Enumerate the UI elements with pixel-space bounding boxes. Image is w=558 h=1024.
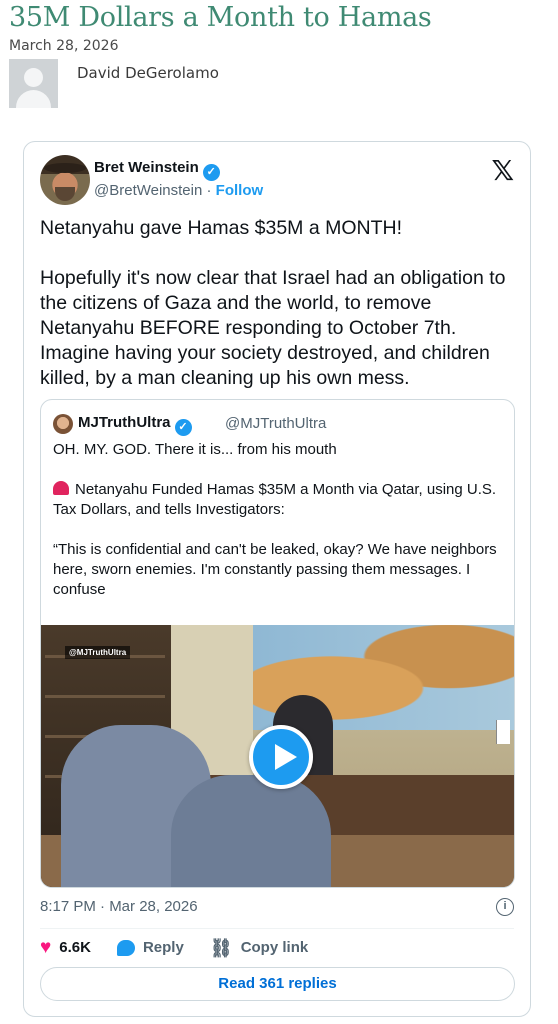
video-flag bbox=[496, 720, 510, 744]
tweet-paragraph: Netanyahu gave Hamas $35M a MONTH! bbox=[40, 217, 402, 239]
article-date: March 28, 2026 bbox=[9, 38, 119, 54]
follow-button[interactable]: Follow bbox=[216, 182, 264, 199]
tweet-card[interactable]: Bret Weinstein ✓ @BretWeinstein · Follow … bbox=[23, 141, 531, 1017]
author-name[interactable]: David DeGerolamo bbox=[77, 64, 219, 82]
quote-handle: @MJTruthUltra bbox=[225, 415, 327, 432]
verified-icon: ✓ bbox=[174, 419, 192, 436]
tweet-text: Netanyahu gave Hamas $35M a MONTH! Hopef… bbox=[40, 216, 516, 416]
read-replies-button[interactable]: Read 361 replies bbox=[40, 967, 515, 1001]
quote-line-text: Netanyahu Funded Hamas $35M a Month via … bbox=[53, 481, 497, 518]
quoted-tweet[interactable]: MJTruthUltra ✓ @MJTruthUltra OH. MY. GOD.… bbox=[40, 399, 515, 888]
reply-icon bbox=[116, 939, 135, 956]
reply-button[interactable]: Reply bbox=[116, 939, 184, 956]
quote-line: “This is confidential and can't be leake… bbox=[53, 541, 497, 598]
tweet-author-name[interactable]: Bret Weinstein ✓ bbox=[94, 159, 220, 181]
x-logo-icon[interactable]: 𝕏 bbox=[491, 154, 514, 187]
tweet-actions: ♥ 6.6K Reply ⛓ Copy link bbox=[40, 938, 334, 957]
quote-line: Netanyahu Funded Hamas $35M a Month via … bbox=[53, 480, 503, 520]
quote-line: OH. MY. GOD. There it is... from his mou… bbox=[53, 441, 337, 458]
like-count: 6.6K bbox=[59, 939, 91, 956]
play-icon[interactable] bbox=[249, 725, 313, 789]
video-person bbox=[171, 775, 331, 887]
reply-label: Reply bbox=[142, 939, 184, 956]
siren-icon bbox=[53, 481, 69, 495]
like-button[interactable]: ♥ 6.6K bbox=[40, 938, 91, 957]
quote-avatar bbox=[53, 414, 73, 434]
author-avatar bbox=[9, 59, 58, 108]
verified-icon: ✓ bbox=[202, 164, 220, 181]
link-icon: ⛓ bbox=[209, 937, 233, 958]
tweet-author-avatar[interactable] bbox=[40, 155, 90, 205]
handle-separator: · bbox=[206, 182, 212, 199]
copy-link-button[interactable]: ⛓ Copy link bbox=[210, 939, 308, 957]
heart-icon: ♥ bbox=[40, 937, 52, 958]
video-player[interactable]: @MJTruthUltra bbox=[41, 625, 514, 887]
copy-link-label: Copy link bbox=[240, 939, 309, 956]
tweet-paragraph: Hopefully it's now clear that Israel had… bbox=[40, 267, 506, 389]
tweet-handle[interactable]: @BretWeinstein bbox=[94, 182, 202, 199]
article-title: 35M Dollars a Month to Hamas bbox=[9, 2, 432, 33]
quote-author-name-text: MJTruthUltra bbox=[78, 414, 171, 431]
video-watermark: @MJTruthUltra bbox=[65, 646, 131, 659]
tweet-author-name-text: Bret Weinstein bbox=[94, 159, 199, 176]
quote-text: OH. MY. GOD. There it is... from his mou… bbox=[53, 440, 503, 620]
divider bbox=[40, 928, 514, 929]
info-icon[interactable]: i bbox=[496, 898, 514, 916]
tweet-handle-row: @BretWeinstein · Follow bbox=[94, 182, 263, 199]
quote-author-name: MJTruthUltra ✓ bbox=[78, 414, 192, 436]
tweet-timestamp[interactable]: 8:17 PM · Mar 28, 2026 bbox=[40, 898, 198, 915]
